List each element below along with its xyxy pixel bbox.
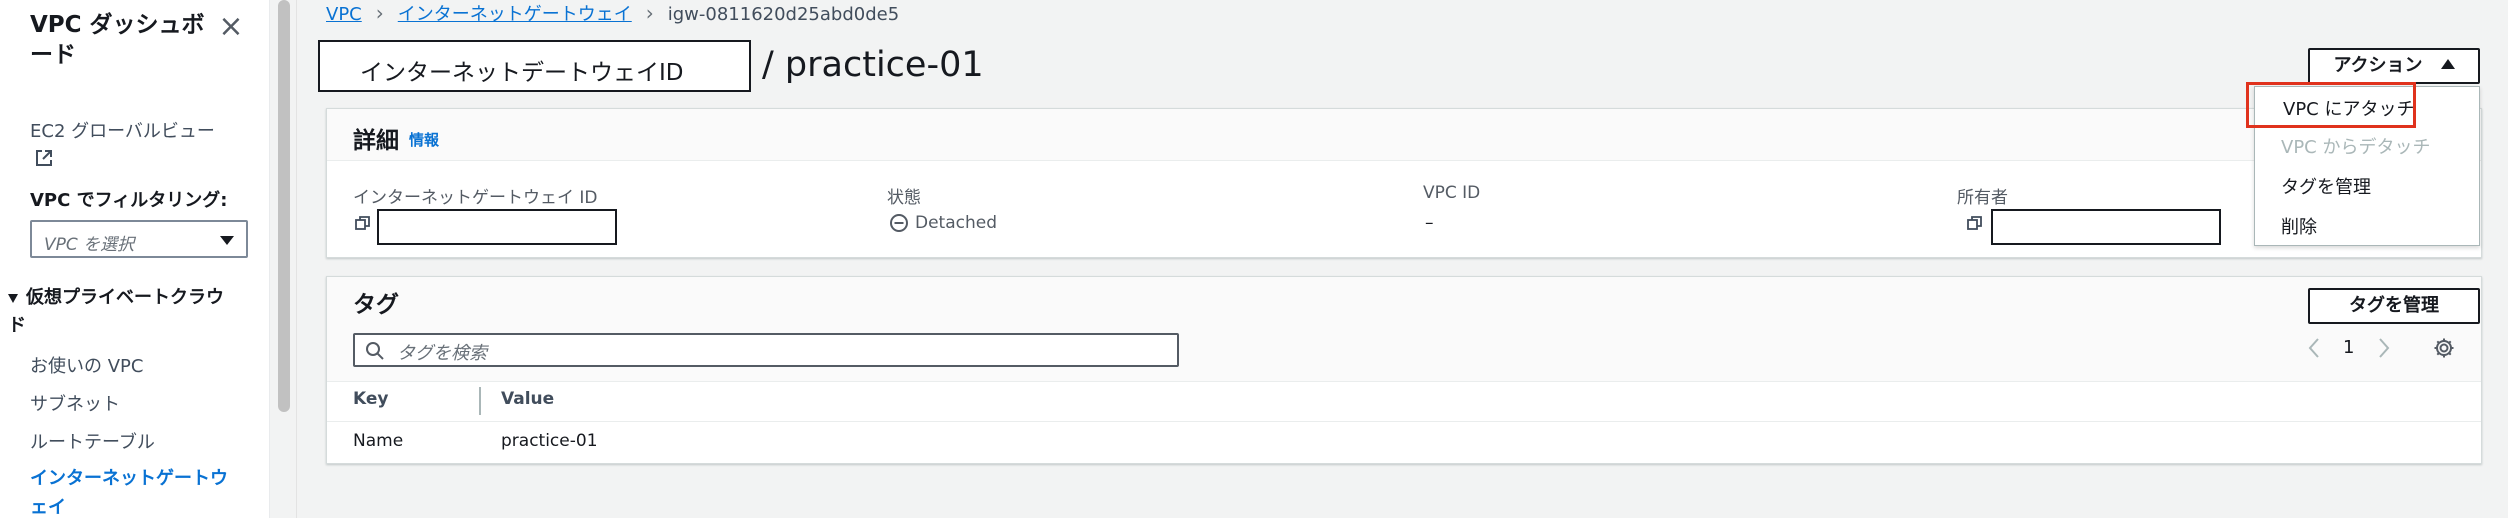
vpc-id-label: VPC ID [1423,183,1481,203]
sidebar-item-subnets[interactable]: サブネット [30,390,120,416]
page-title: / practice-01 [762,45,984,85]
vpc-id-value: – [1425,213,1434,233]
state-value: Detached [915,213,998,233]
info-link[interactable]: 情報 [409,129,439,150]
chevron-right-icon[interactable] [2377,337,2391,359]
sidebar: VPC ダッシュボード × EC2 グローバルビュー VPC でフィルタリング:… [0,0,270,518]
tags-title: タグ [353,292,399,318]
copy-icon[interactable] [355,215,371,231]
page-title-id-box: インターネットデートウェイID [318,40,751,92]
igw-id-label: インターネットゲートウェイ ID [353,188,598,208]
igw-id-field: インターネットゲートウェイ ID [353,183,598,208]
sidebar-item-route-tables[interactable]: ルートテーブル [30,428,155,454]
close-icon[interactable]: × [218,12,244,42]
sidebar-title: VPC ダッシュボード [30,12,205,68]
sidebar-section-vpc[interactable]: 仮想プライベートクラウド [8,284,233,340]
vpc-filter-label: VPC でフィルタリング: [30,190,228,211]
page-title-id-label: インターネットデートウェイID [360,60,684,86]
breadcrumb: VPC › インターネットゲートウェイ › igw-0811620d25abd0de5 [326,0,899,28]
chevron-right-icon: › [375,1,384,25]
menu-item-manage-tags[interactable]: タグを管理 [2281,173,2371,199]
search-icon [366,342,384,360]
sidebar-item-internet-gateways[interactable]: インターネットゲートウェイ [30,464,240,518]
vpc-filter-placeholder: VPC を選択 [44,235,135,255]
menu-item-delete[interactable]: 削除 [2281,213,2317,239]
sidebar-scrollbar-thumb[interactable] [278,0,290,412]
tag-search-input[interactable]: タグを検索 [353,333,1179,367]
caret-down-icon [220,236,234,245]
ec2-global-view-link[interactable]: EC2 グローバルビュー [30,120,215,144]
actions-button-label: アクション [2333,55,2423,76]
column-header-value[interactable]: Value [501,389,554,409]
manage-tags-button[interactable]: タグを管理 [2308,288,2480,324]
vpc-filter-select[interactable]: VPC を選択 [30,220,248,258]
owner-label: 所有者 [1957,188,2008,208]
gear-icon[interactable] [2433,337,2455,359]
details-title: 詳細 [353,128,399,154]
vpc-id-field: VPC ID [1423,183,1480,203]
sidebar-section-label: 仮想プライベートクラウド [8,287,224,336]
breadcrumb-vpc[interactable]: VPC [326,4,362,25]
owner-masked-box [1991,209,2221,245]
stopped-status-icon [890,214,908,232]
actions-button[interactable]: アクション [2308,48,2480,84]
attach-vpc-highlight [2246,82,2416,128]
tag-search-placeholder: タグを検索 [397,343,487,364]
table-row-divider [327,421,2481,422]
breadcrumb-internet-gateways[interactable]: インターネットゲートウェイ [398,4,632,25]
chevron-right-icon: › [645,1,654,25]
details-panel: 詳細 情報 インターネットゲートウェイ ID 状態 Detached VPC I… [326,108,2482,258]
table-cell-value: practice-01 [501,431,598,451]
tags-panel: タグ タグを検索 1 Key Value Name practice-01 [326,276,2482,464]
chevron-left-icon[interactable] [2307,337,2321,359]
sidebar-item-your-vpcs[interactable]: お使いの VPC [30,352,143,378]
external-link-icon[interactable] [34,148,54,168]
table-header-divider [327,381,2481,382]
state-label: 状態 [887,188,921,208]
details-header: 詳細 情報 [327,109,2481,161]
copy-icon[interactable] [1967,215,1983,231]
table-cell-key: Name [353,431,404,451]
page-number[interactable]: 1 [2343,337,2354,358]
triangle-down-icon [8,293,18,303]
column-resize-handle[interactable] [479,387,481,415]
igw-id-masked-box [377,209,617,245]
owner-field: 所有者 [1957,183,2008,208]
column-header-key[interactable]: Key [353,389,389,409]
breadcrumb-current: igw-0811620d25abd0de5 [667,4,900,25]
menu-item-detach-vpc: VPC からデタッチ [2281,137,2431,158]
caret-up-icon [2440,59,2455,69]
state-field: 状態 [887,183,921,208]
